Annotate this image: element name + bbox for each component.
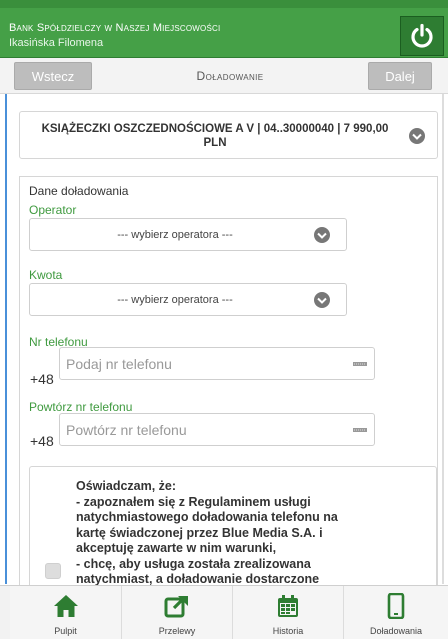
bottom-tab-bar: Pulpit Przelewy Historia Doładowania — [0, 585, 448, 639]
user-name: Ikasińska Filomena — [9, 37, 104, 49]
power-icon — [411, 23, 433, 48]
phone-repeat-placeholder: Powtórz nr telefonu — [66, 422, 187, 438]
phone-prefix: +48 — [30, 371, 54, 387]
amount-select[interactable]: --- wybierz operatora --- — [29, 283, 347, 316]
tab-historia[interactable]: Historia — [233, 586, 344, 639]
right-border-rule — [442, 94, 444, 584]
consent-line: akceptuję zawarte w nim warunki, — [76, 541, 277, 555]
tab-label: Pulpit — [54, 626, 77, 636]
home-icon — [53, 593, 79, 619]
logout-button[interactable] — [400, 16, 444, 56]
next-button[interactable]: Dalej — [368, 62, 432, 90]
tab-label: Przelewy — [158, 626, 196, 636]
consent-line: Oświadczam, że: — [76, 479, 177, 493]
consent-line: - zapoznałem się z Regulaminem usługi — [76, 494, 311, 509]
consent-line: kartę świadczonej przez Blue Media S.A. … — [76, 525, 323, 540]
account-selector[interactable]: KSIĄŻECZKI OSZCZEDNOŚCIOWE A V | 04..300… — [19, 111, 438, 159]
phone-repeat-input[interactable]: Powtórz nr telefonu — [59, 413, 375, 446]
navigation-bar: Wstecz Doładowanie Dalej — [0, 58, 448, 94]
phone-repeat-label: Powtórz nr telefonu — [29, 400, 133, 414]
status-strip — [0, 0, 448, 8]
phone-icon — [383, 593, 409, 619]
tab-doladowania[interactable]: Doładowania — [344, 586, 448, 639]
consent-checkbox[interactable] — [45, 563, 61, 579]
left-scroll-rule — [5, 94, 7, 584]
account-label: KSIĄŻECZKI OSZCZEDNOŚCIOWE A V | 04..300… — [41, 123, 389, 149]
chevron-down-icon — [314, 292, 330, 308]
phone-input[interactable]: Podaj nr telefonu — [59, 347, 375, 380]
share-arrow-icon — [164, 593, 190, 619]
consent-line: - chcę, aby usługa została zrealizowana — [76, 556, 311, 571]
calendar-icon — [275, 593, 301, 619]
amount-label: Kwota — [29, 268, 63, 282]
tab-pulpit[interactable]: Pulpit — [10, 586, 122, 639]
amount-select-value: --- wybierz operatora --- — [117, 294, 233, 306]
consent-line: natychmiastowego doładowania telefonu na — [76, 510, 338, 524]
app-header: Bank Spółdzielczy w Naszej Miejscowości … — [0, 0, 448, 58]
operator-select[interactable]: --- wybierz operatora --- — [29, 218, 347, 251]
operator-select-value: --- wybierz operatora --- — [117, 229, 233, 241]
form-section-title: Dane doładowania — [29, 184, 129, 198]
tab-przelewy[interactable]: Przelewy — [122, 586, 233, 639]
consent-text: Oświadczam, że: - zapoznałem się z Regul… — [76, 479, 416, 588]
operator-label: Operator — [29, 203, 77, 217]
back-button[interactable]: Wstecz — [14, 62, 92, 90]
page-title: Doładowanie — [196, 69, 264, 83]
chevron-down-icon — [409, 128, 425, 144]
keyboard-icon[interactable] — [353, 362, 367, 366]
keyboard-icon[interactable] — [353, 428, 367, 432]
tab-label: Historia — [272, 626, 304, 636]
phone-placeholder: Podaj nr telefonu — [66, 356, 172, 372]
chevron-down-icon — [314, 227, 330, 243]
phone-repeat-prefix: +48 — [30, 433, 54, 449]
bank-name: Bank Spółdzielczy w Naszej Miejscowości — [9, 22, 221, 34]
tab-label: Doładowania — [369, 626, 423, 636]
